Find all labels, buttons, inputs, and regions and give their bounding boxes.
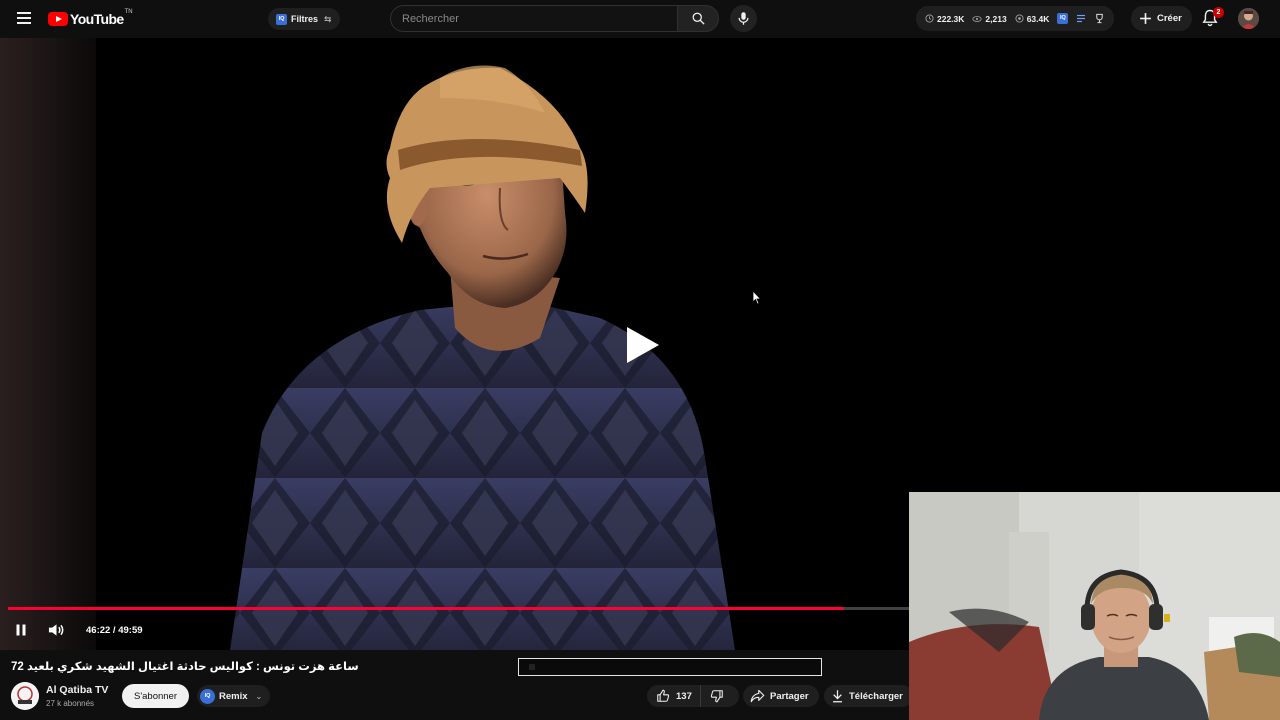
voice-search-button[interactable] bbox=[730, 5, 757, 32]
download-button[interactable]: Télécharger bbox=[824, 685, 913, 707]
share-icon bbox=[750, 689, 765, 703]
player-controls: 46:22 / 49:59 bbox=[0, 612, 909, 648]
search-icon bbox=[692, 12, 705, 25]
trophy-icon[interactable] bbox=[1094, 13, 1105, 24]
video-info: ساعة هزت تونس : كواليس حادثة اغتيال الشه… bbox=[0, 650, 913, 720]
clock-icon bbox=[925, 14, 934, 23]
share-label: Partager bbox=[770, 690, 809, 702]
pause-icon bbox=[16, 624, 26, 636]
progress-bar[interactable] bbox=[8, 607, 909, 610]
webcam-overlay bbox=[909, 492, 1280, 720]
tune-icon: ⇆ bbox=[324, 13, 332, 24]
masthead: YouTube TN IQ Filtres ⇆ 222.3K 2,213 63.… bbox=[0, 0, 1280, 38]
watch-time-stat: 222.3K bbox=[925, 14, 964, 24]
like-dislike-group: 137 bbox=[647, 685, 739, 707]
channel-avatar[interactable] bbox=[11, 682, 39, 710]
mouse-cursor-icon bbox=[752, 290, 762, 305]
avatar-image bbox=[1238, 8, 1259, 29]
pause-button[interactable] bbox=[10, 620, 32, 640]
extension-stats-bar[interactable]: 222.3K 2,213 63.4K IQ bbox=[916, 6, 1115, 31]
download-label: Télécharger bbox=[849, 690, 903, 702]
remix-label: Remix bbox=[219, 690, 248, 702]
banner-icon bbox=[529, 664, 535, 670]
subscribe-button[interactable]: S'abonner bbox=[122, 684, 189, 708]
webcam-feed-image bbox=[909, 492, 1280, 720]
video-player[interactable]: 46:22 / 49:59 bbox=[0, 38, 909, 650]
video-frame bbox=[230, 65, 735, 650]
download-icon bbox=[833, 690, 842, 703]
iq-extension-icon: IQ bbox=[200, 688, 215, 704]
youtube-logo[interactable]: YouTube TN bbox=[48, 9, 133, 28]
iq-extension-icon[interactable]: IQ bbox=[1057, 13, 1069, 24]
views-stat: 2,213 bbox=[972, 14, 1007, 24]
impressions-stat: 63.4K bbox=[1015, 14, 1049, 24]
plus-icon bbox=[1140, 13, 1151, 24]
banner-box[interactable] bbox=[518, 658, 822, 676]
channel-name[interactable]: Al Qatiba TV bbox=[46, 684, 108, 696]
filters-label: Filtres bbox=[291, 14, 319, 24]
menu-icon[interactable] bbox=[14, 9, 34, 29]
target-icon bbox=[1015, 14, 1024, 23]
video-title: ساعة هزت تونس : كواليس حادثة اغتيال الشه… bbox=[11, 661, 359, 673]
list-icon[interactable] bbox=[1076, 14, 1086, 23]
eye-icon bbox=[972, 15, 983, 22]
create-label: Créer bbox=[1157, 13, 1182, 24]
play-icon[interactable] bbox=[622, 325, 662, 365]
create-button[interactable]: Créer bbox=[1131, 6, 1192, 31]
search-button[interactable] bbox=[677, 5, 719, 32]
iq-extension-icon: IQ bbox=[276, 13, 287, 25]
volume-button[interactable] bbox=[45, 620, 67, 640]
youtube-play-icon bbox=[48, 12, 68, 26]
video-letterbox bbox=[909, 38, 1280, 492]
subscriber-count: 27 k abonnés bbox=[46, 699, 95, 708]
volume-icon bbox=[48, 624, 63, 636]
time-display: 46:22 / 49:59 bbox=[86, 625, 143, 636]
account-avatar[interactable] bbox=[1238, 8, 1259, 29]
microphone-icon bbox=[738, 12, 749, 25]
like-button[interactable]: 137 bbox=[647, 685, 701, 707]
like-count: 137 bbox=[676, 690, 692, 702]
channel-logo-icon bbox=[11, 682, 39, 710]
logo-text: YouTube bbox=[70, 11, 124, 27]
notifications-button[interactable]: 2 bbox=[1200, 7, 1224, 30]
filters-button[interactable]: IQ Filtres ⇆ bbox=[268, 8, 340, 30]
thumbs-up-icon bbox=[657, 689, 670, 702]
chevron-down-icon: ⌄ bbox=[255, 691, 263, 701]
dislike-button[interactable] bbox=[701, 685, 733, 707]
notification-count-badge: 2 bbox=[1213, 7, 1224, 18]
logo-country-code: TN bbox=[124, 9, 133, 15]
progress-bar-played bbox=[8, 607, 844, 610]
remix-button[interactable]: IQ Remix ⌄ bbox=[197, 685, 271, 707]
share-button[interactable]: Partager bbox=[743, 685, 819, 707]
thumbs-down-icon bbox=[710, 690, 723, 703]
search-input[interactable] bbox=[390, 5, 678, 32]
